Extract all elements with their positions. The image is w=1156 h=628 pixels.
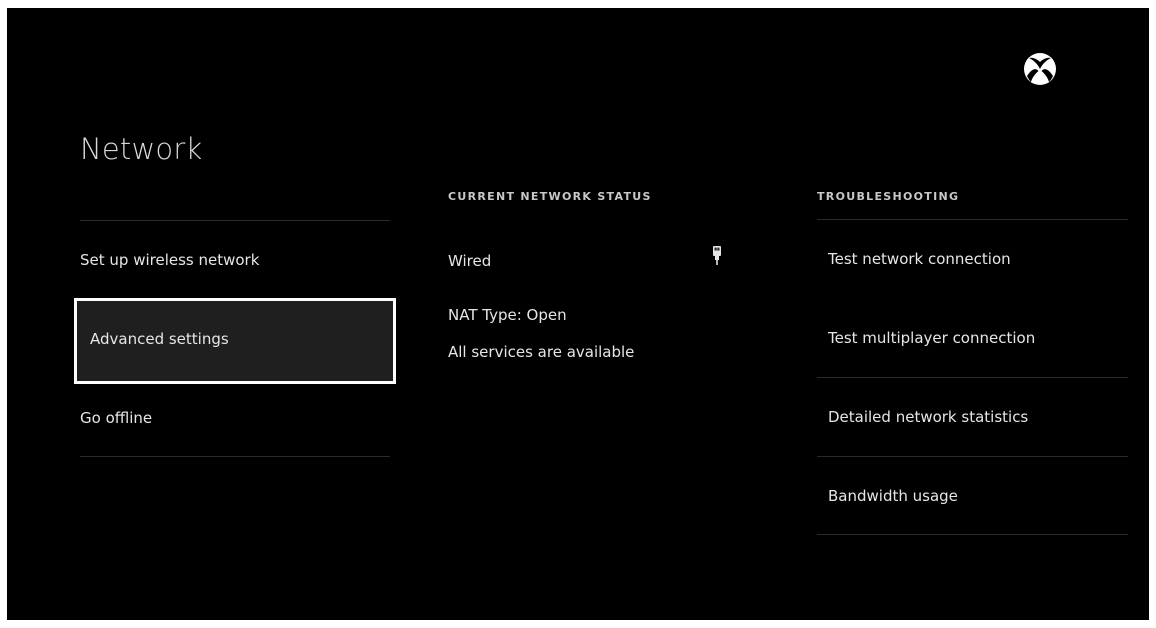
nat-type: NAT Type: Open: [448, 306, 567, 324]
trouble-item-label: Bandwidth usage: [828, 486, 958, 505]
ethernet-plug-icon: [713, 246, 721, 265]
troubleshooting-section: TROUBLESHOOTING Test network connection …: [817, 190, 1128, 535]
connection-type: Wired: [448, 252, 492, 270]
trouble-item-label: Test network connection: [828, 250, 1011, 268]
trouble-item-label: Test multiplayer connection: [828, 329, 1036, 347]
status-header: CURRENT NETWORK STATUS: [448, 190, 652, 203]
troubleshooting-header: TROUBLESHOOTING: [817, 190, 960, 203]
bandwidth-usage-button[interactable]: Bandwidth usage: [817, 456, 1128, 535]
test-multiplayer-connection-button[interactable]: Test multiplayer connection: [817, 298, 1128, 377]
menu-item-label: Go offline: [80, 408, 153, 427]
menu-item-label: Advanced settings: [90, 330, 229, 348]
current-network-status: CURRENT NETWORK STATUS Wired NAT Type: O…: [448, 190, 738, 361]
page-title: Network: [80, 132, 203, 166]
menu-item-label: Set up wireless network: [80, 251, 260, 269]
menu-item-setup-wireless[interactable]: Set up wireless network: [80, 220, 390, 299]
detailed-network-statistics-button[interactable]: Detailed network statistics: [817, 377, 1128, 456]
network-menu: Set up wireless network Advanced setting…: [74, 220, 396, 457]
menu-item-advanced-settings[interactable]: Advanced settings: [74, 298, 396, 384]
troubleshooting-list: Test network connection Test multiplayer…: [817, 219, 1128, 535]
xbox-logo-icon: [1024, 53, 1056, 85]
services-status: All services are available: [448, 343, 635, 361]
network-settings-screen: Network Set up wireless network Advanced…: [7, 8, 1149, 620]
test-network-connection-button[interactable]: Test network connection: [817, 219, 1128, 298]
trouble-item-label: Detailed network statistics: [828, 408, 1029, 426]
menu-item-go-offline[interactable]: Go offline: [80, 378, 390, 457]
